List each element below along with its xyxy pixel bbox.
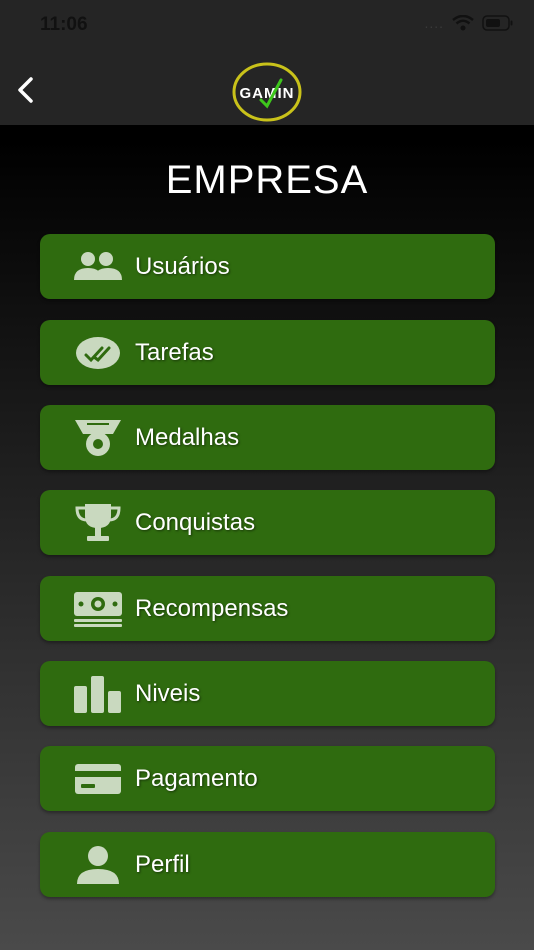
app-logo: GAMIN: [232, 62, 302, 122]
signal-dots: ....: [424, 15, 444, 31]
menu-item-perfil[interactable]: Perfil: [40, 832, 495, 897]
levels-icon: [68, 672, 128, 716]
status-icons: ....: [424, 15, 514, 31]
menu-item-label: Usuários: [135, 252, 230, 280]
money-icon: [68, 587, 128, 631]
menu-item-label: Conquistas: [135, 508, 256, 536]
users-icon: [68, 245, 128, 289]
chevron-left-icon: [18, 77, 33, 103]
menu-item-usuarios[interactable]: Usuários: [40, 234, 495, 299]
logo-text: GAMIN: [240, 85, 295, 102]
menu-item-recompensas[interactable]: Recompensas: [40, 576, 495, 641]
menu-item-conquistas[interactable]: Conquistas: [40, 490, 495, 555]
user-icon: [68, 843, 128, 887]
menu-item-label: Pagamento: [135, 764, 258, 792]
menu-item-label: Medalhas: [135, 423, 240, 451]
top-bar: 11:06 .... GAMIN: [0, 0, 534, 125]
menu-item-label: Perfil: [135, 850, 190, 878]
menu-item-niveis[interactable]: Niveis: [40, 661, 495, 726]
task-check-icon: [68, 331, 128, 375]
trophy-icon: [68, 501, 128, 545]
medal-icon: [68, 416, 128, 460]
page-title: EMPRESA: [165, 158, 369, 202]
battery-icon: [482, 15, 513, 31]
status-time: 11:06: [40, 14, 88, 35]
wifi-icon: [452, 15, 474, 31]
menu-item-label: Tarefas: [135, 338, 214, 366]
menu-item-medalhas[interactable]: Medalhas: [40, 405, 495, 470]
back-button[interactable]: [10, 70, 40, 110]
menu-item-label: Niveis: [135, 679, 201, 707]
menu-item-tarefas[interactable]: Tarefas: [40, 320, 495, 385]
menu-item-label: Recompensas: [135, 594, 289, 622]
menu-item-pagamento[interactable]: Pagamento: [40, 746, 495, 811]
credit-card-icon: [68, 757, 128, 801]
